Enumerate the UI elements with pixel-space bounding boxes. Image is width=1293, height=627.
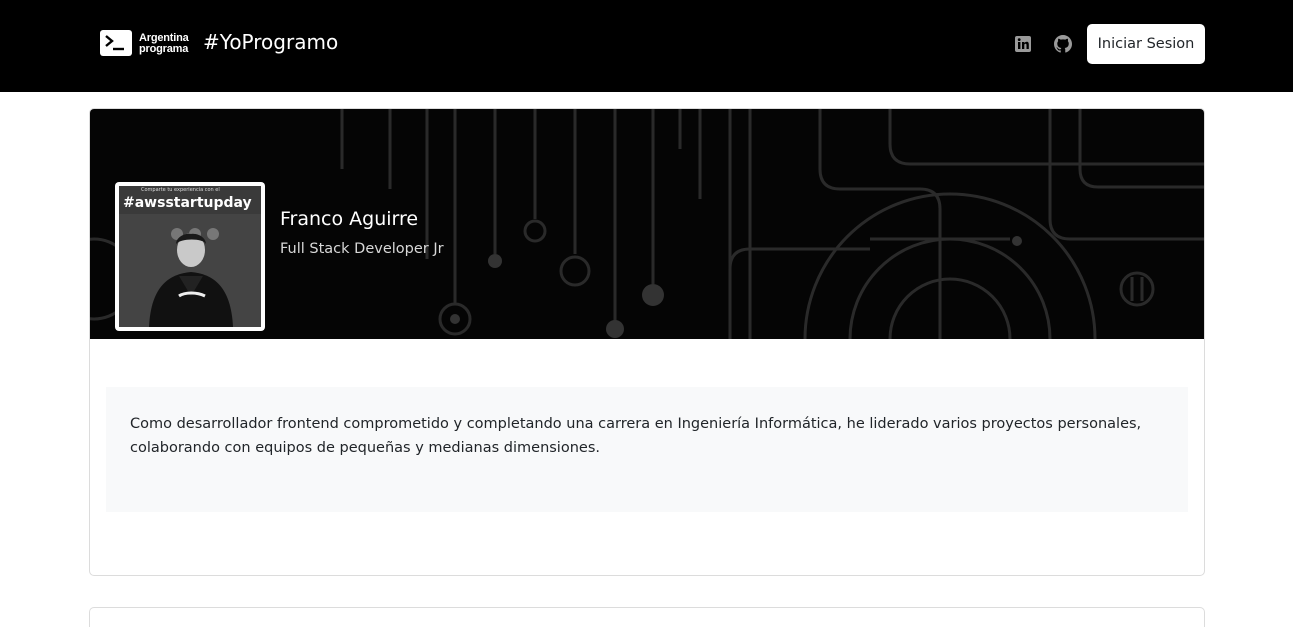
brand-line-1: Argentina	[139, 32, 189, 44]
about-text: Como desarrollador frontend comprometido…	[130, 416, 1142, 456]
top-navbar: Argentina programa #YoProgramo Iniciar S…	[0, 0, 1293, 92]
profile-avatar[interactable]: Comparte tu experiencia con el #awsstart…	[115, 182, 265, 331]
profile-banner: Comparte tu experiencia con el #awsstart…	[90, 109, 1204, 339]
profile-photo: Comparte tu experiencia con el #awsstart…	[119, 186, 261, 327]
brand-line-2: programa	[139, 42, 189, 55]
profile-card: Comparte tu experiencia con el #awsstart…	[89, 108, 1205, 576]
about-section: Como desarrollador frontend comprometido…	[106, 387, 1188, 512]
next-section-card	[89, 607, 1205, 627]
terminal-logo-icon[interactable]	[100, 30, 132, 56]
brand-name[interactable]: Argentina programa	[139, 33, 199, 54]
linkedin-icon[interactable]	[1014, 35, 1032, 53]
profile-name: Franco Aguirre	[280, 208, 419, 230]
github-icon[interactable]	[1054, 35, 1072, 53]
brand-hashtag: #YoProgramo	[203, 30, 339, 54]
login-button[interactable]: Iniciar Sesion	[1087, 24, 1205, 64]
photo-caption-small: Comparte tu experiencia con el	[141, 187, 220, 193]
profile-role: Full Stack Developer Jr	[280, 241, 444, 257]
photo-caption-hashtag: #awsstartupday	[123, 195, 252, 211]
